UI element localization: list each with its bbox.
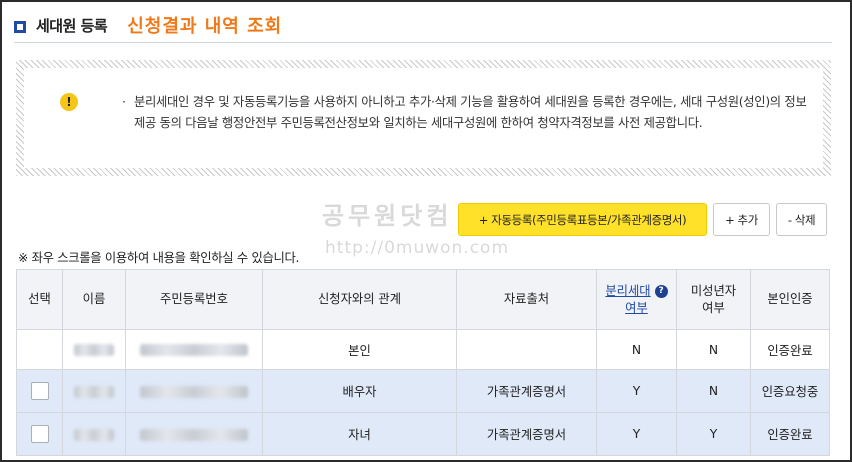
relation-cell: 본인: [262, 329, 457, 370]
header-divider: [14, 42, 832, 43]
col-source: 자료출처: [456, 269, 597, 330]
select-cell[interactable]: [16, 369, 63, 413]
name-cell: [62, 412, 126, 456]
minor-cell: N: [676, 329, 751, 370]
notice-text: · 분리세대인 경우 및 자동등록기능을 사용하지 아니하고 추가·삭제 기능을…: [122, 92, 814, 134]
scroll-note: ※ 좌우 스크롤을 이용하여 내용을 확인하실 수 있습니다.: [18, 251, 300, 265]
col-minor: 미성년자 여부: [676, 269, 751, 330]
auth-cell: 인증완료: [750, 329, 830, 370]
separate-cell: N: [596, 329, 677, 370]
household-members-table: 선택 이름 주민등록번호 신청자와의 관계 자료출처 분리세대? 여부 미성년자 여…: [16, 269, 830, 456]
page-title: 세대원 등록: [36, 16, 108, 35]
resident-no-cell: [125, 369, 263, 413]
notice-box: ! · 분리세대인 경우 및 자동등록기능을 사용하지 아니하고 추가·삭제 기…: [16, 60, 831, 176]
name-cell: [62, 369, 126, 413]
redacted-name: [74, 344, 114, 356]
notice-bullet: ·: [122, 95, 126, 109]
resident-no-cell: [125, 412, 263, 456]
select-cell[interactable]: [16, 412, 63, 456]
handwritten-annotation: 신청결과 내역 조회: [127, 16, 283, 37]
name-cell: [62, 329, 126, 370]
separate-cell: Y: [596, 412, 677, 456]
auth-cell: 인증완료: [750, 412, 830, 456]
resident-no-cell: [125, 329, 263, 370]
table-row: 본인 N N 인증완료: [16, 329, 830, 370]
table-row[interactable]: 배우자 가족관계증명서 Y N 인증요청중: [16, 369, 830, 413]
redacted-resident-no: [140, 344, 248, 356]
source-cell: [456, 329, 597, 370]
col-relation: 신청자와의 관계: [262, 269, 457, 330]
col-resident-no: 주민등록번호: [125, 269, 263, 330]
square-bullet-icon: [14, 21, 26, 33]
source-cell: 가족관계증명서: [456, 412, 597, 456]
redacted-resident-no: [140, 385, 248, 398]
auto-register-button[interactable]: + 자동등록(주민등록표등본/가족관계증명서): [458, 203, 707, 236]
col-name: 이름: [62, 269, 126, 330]
col-separate-household[interactable]: 분리세대? 여부: [596, 269, 677, 330]
add-button[interactable]: + 추가: [713, 203, 770, 236]
separate-household-link[interactable]: 분리세대? 여부: [605, 284, 668, 315]
redacted-name: [74, 385, 114, 398]
auth-cell: 인증요청중: [750, 369, 830, 413]
help-icon[interactable]: ?: [654, 284, 668, 298]
delete-button[interactable]: - 삭제: [776, 203, 827, 236]
redacted-name: [74, 428, 114, 441]
select-cell: [16, 329, 63, 370]
separate-cell: Y: [596, 369, 677, 413]
col-auth: 본인인증: [750, 269, 830, 330]
redacted-resident-no: [140, 428, 248, 441]
minor-cell: N: [676, 369, 751, 413]
exclamation-icon: !: [60, 93, 78, 111]
section-header: 세대원 등록 신청결과 내역 조회: [14, 8, 282, 42]
row-checkbox[interactable]: [30, 382, 49, 400]
table-row[interactable]: 자녀 가족관계증명서 Y Y 인증완료: [16, 412, 830, 456]
source-cell: 가족관계증명서: [456, 369, 597, 413]
notice-body: 분리세대인 경우 및 자동등록기능을 사용하지 아니하고 추가·삭제 기능을 활…: [134, 95, 807, 130]
relation-cell: 자녀: [262, 412, 457, 456]
row-checkbox[interactable]: [30, 425, 49, 443]
relation-cell: 배우자: [262, 369, 457, 413]
minor-cell: Y: [676, 412, 751, 456]
table-header-row: 선택 이름 주민등록번호 신청자와의 관계 자료출처 분리세대? 여부 미성년자 여…: [16, 269, 830, 330]
col-select: 선택: [16, 269, 63, 330]
